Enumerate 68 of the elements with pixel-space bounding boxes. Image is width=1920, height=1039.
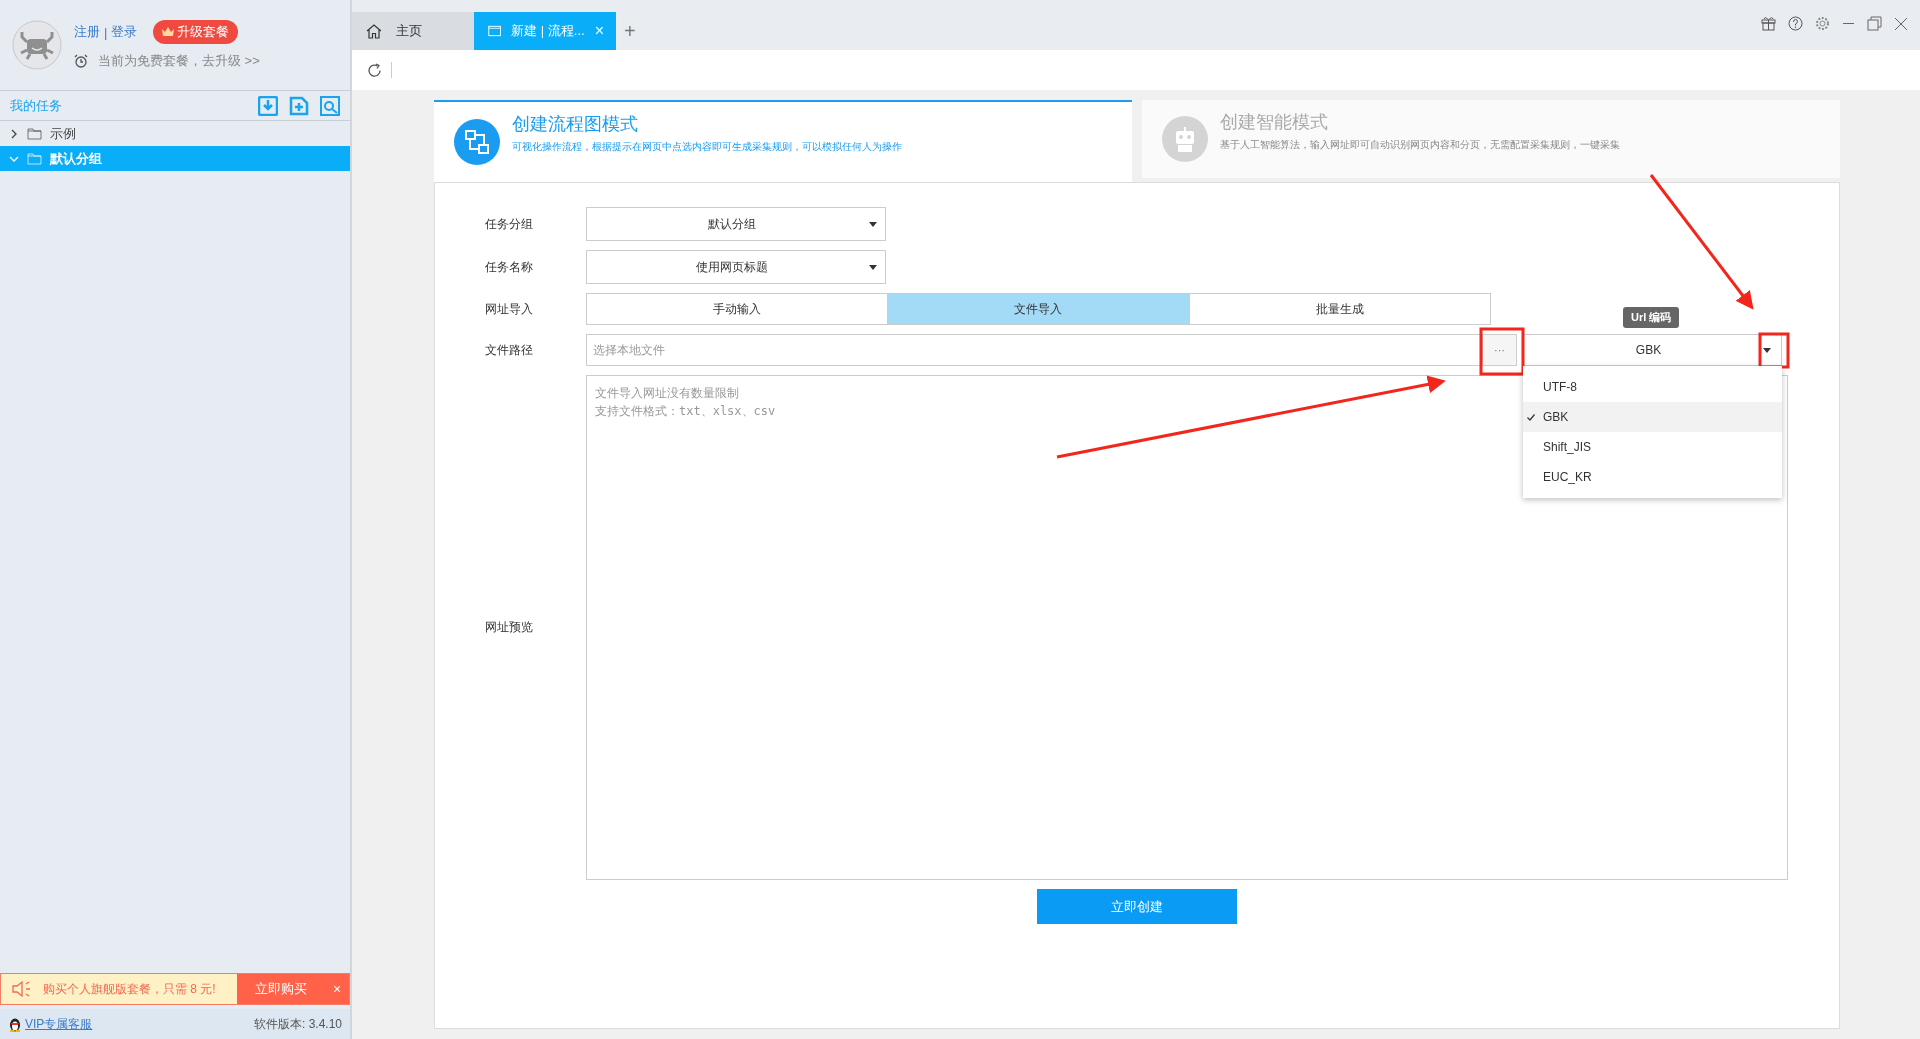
refresh-icon[interactable] [366,61,383,79]
browse-button[interactable]: ··· [1483,334,1517,366]
placeholder-text: 支持文件格式：txt、xlsx、csv [595,403,776,420]
add-file-icon[interactable] [289,95,309,116]
flowchart-icon [454,119,500,165]
close-tab-icon[interactable]: × [594,22,604,40]
penguin-icon [8,1016,22,1032]
task-group-item[interactable]: 默认分组 [0,146,350,171]
field-label: 任务名称 [485,258,534,276]
mode-description: 基于人工智能算法，输入网址即可自动识别网页内容和分页，无需配置采集规则，一键采集 [1220,138,1620,152]
speaker-icon [11,980,33,998]
caret-icon [869,221,877,227]
gift-icon[interactable] [1761,16,1776,31]
separator-text: | [104,24,108,40]
field-label: 网址导入 [485,300,534,318]
promo-message: 购买个人旗舰版套餐，只需 8 元! [43,980,217,998]
mode-description: 可视化操作流程，根据提示在网页中点选内容即可生成采集规则，可以模拟任何人为操作 [512,140,902,154]
restore-icon[interactable] [1867,16,1882,31]
chevron-icon[interactable] [9,128,19,139]
version-text: 软件版本: 3.4.10 [253,1015,342,1033]
mode-card[interactable]: 创建流程图模式 可视化操作流程，根据提示在网页中点选内容即可生成采集规则，可以模拟任何人为操作 [434,100,1132,182]
mode-title: 创建流程图模式 [512,113,639,136]
highlight-box [1479,327,1525,376]
field-label: 文件路径 [485,341,534,359]
close-button[interactable]: × [325,974,349,1004]
name-select[interactable]: 使用网页标题 [586,250,886,284]
home-icon [366,23,382,39]
menu-item[interactable]: Shift_JIS [1523,432,1782,462]
window-icon [488,24,502,38]
folder-icon [27,152,42,165]
search-file-icon[interactable] [320,95,340,116]
menu-item[interactable]: EUC_KR [1523,462,1782,492]
robot-icon [1162,116,1208,162]
group-select[interactable]: 默认分组 [586,207,886,241]
crown-icon [162,27,175,37]
caret-icon [1763,347,1771,353]
mode-title: 创建智能模式 [1220,111,1329,134]
vip-support-link[interactable]: VIP专属客服 [25,1015,251,1033]
highlight-box [1758,332,1790,369]
avatar-icon[interactable] [12,20,62,70]
login-link[interactable]: 登录 [111,23,138,41]
caret-icon [869,264,877,270]
download-icon[interactable] [258,95,278,116]
mode-card[interactable]: 创建智能模式 基于人工智能算法，输入网址即可自动识别网页内容和分页，无需配置采集规则，一键采集 [1142,100,1840,178]
segment-tab[interactable]: 文件导入 [888,294,1190,324]
file-path-field[interactable]: 选择本地文件 [586,334,1483,366]
create-button[interactable]: 立即创建 [1037,889,1237,924]
tasks-title: 我的任务 [10,96,62,115]
upgrade-badge[interactable]: 升级套餐 [153,20,239,44]
tab[interactable]: 新建 | 流程... × [474,12,616,50]
plan-notice[interactable]: 当前为免费套餐，去升级 >> [98,52,260,70]
new-tab-button[interactable]: + [616,12,644,50]
close-icon[interactable] [1894,16,1908,31]
buy-now-button[interactable]: 立即购买 [237,974,325,1004]
help-icon[interactable] [1788,16,1803,31]
alarm-clock-icon [74,54,88,68]
placeholder-text: 文件导入网址没有数量限制 [595,385,739,402]
tab[interactable]: 主页 [352,12,474,50]
task-group-item[interactable]: 示例 [0,121,350,146]
tooltip: Url 编码 [1623,307,1680,328]
field-label: 网址预览 [485,619,534,636]
check-icon [1527,413,1535,421]
settings-icon[interactable] [1815,16,1830,31]
menu-item[interactable]: GBK [1523,402,1782,432]
register-link[interactable]: 注册 [74,23,100,41]
menu-item[interactable]: UTF-8 [1523,372,1782,402]
field-label: 任务分组 [485,215,534,233]
folder-icon [27,127,42,140]
